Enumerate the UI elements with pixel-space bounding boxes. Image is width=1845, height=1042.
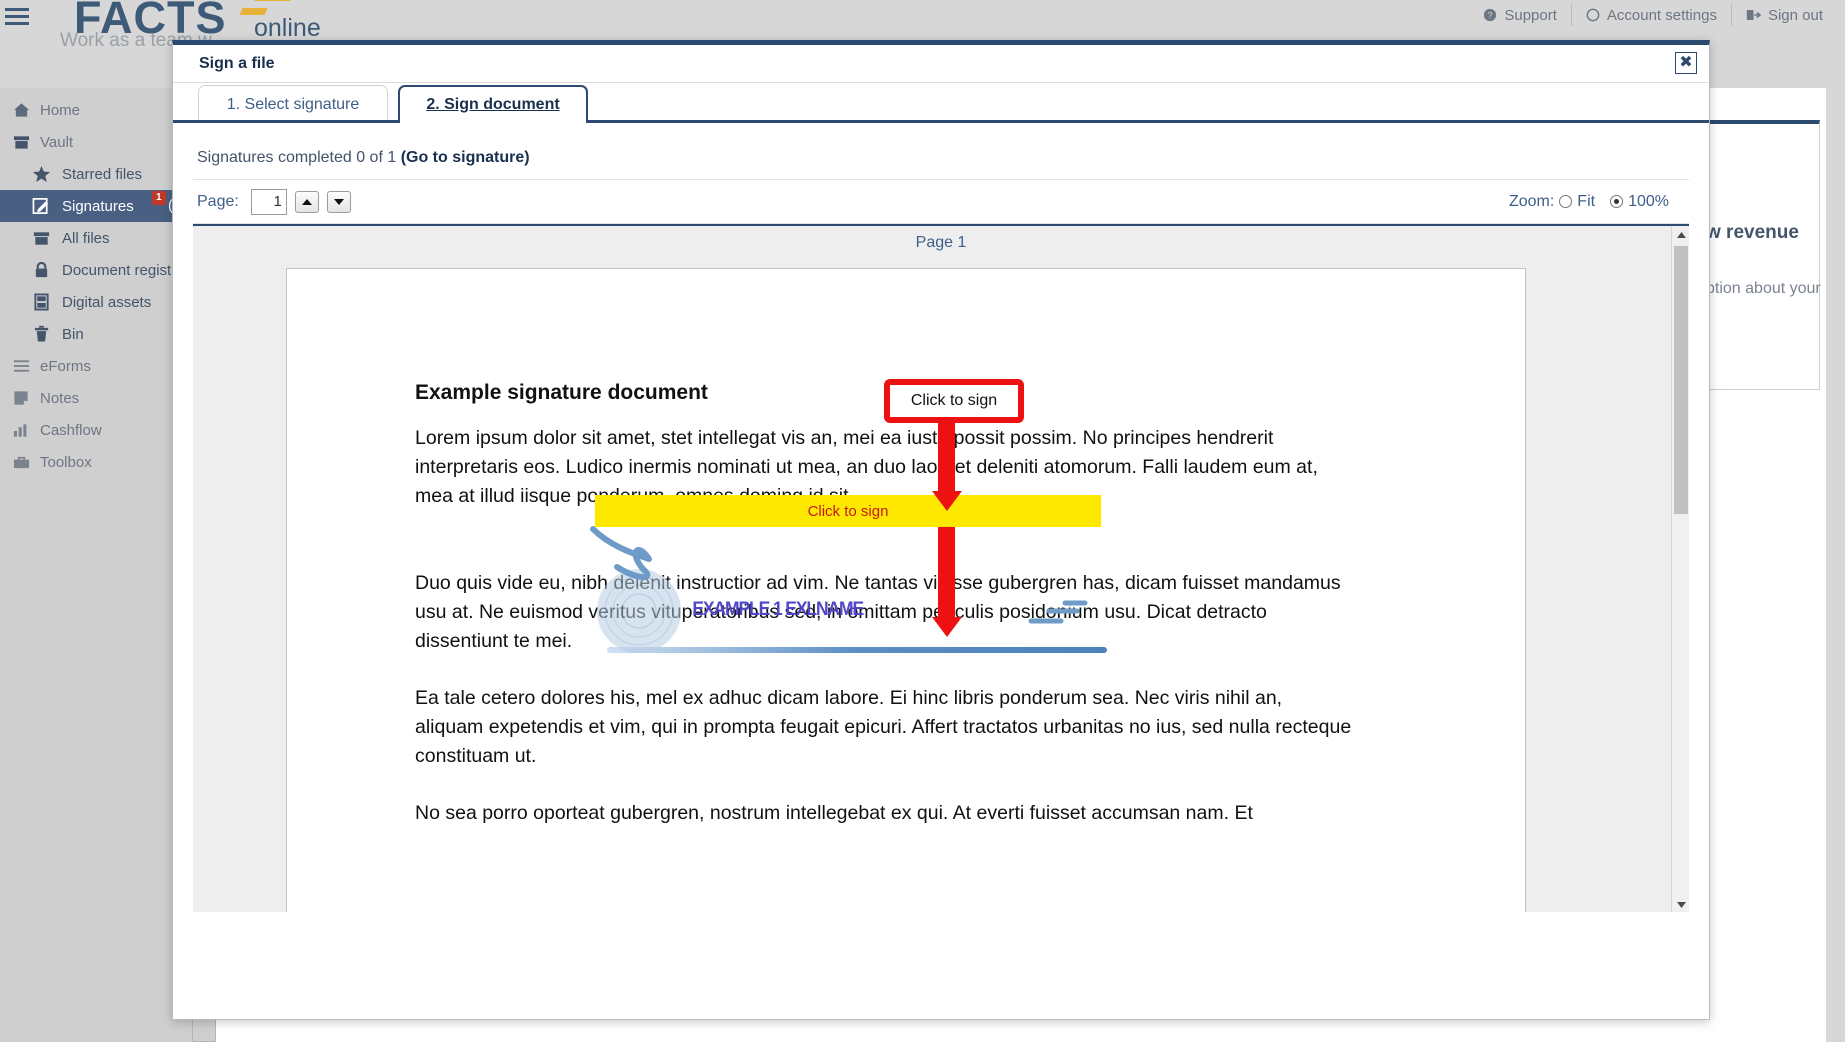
support-icon: ? [1484, 8, 1497, 22]
note-icon [8, 390, 34, 406]
document-viewer: Page 1 Example signature document Lorem … [193, 224, 1689, 912]
document-title: Example signature document [415, 381, 708, 404]
star-icon [26, 165, 56, 183]
topnav-support[interactable]: ? Support [1469, 4, 1571, 26]
dialog-tabs: 1. Select signature 2. Sign document [173, 83, 1709, 123]
sidebar-item-label: Signatures [62, 197, 134, 215]
signature-seal-icon [597, 569, 681, 653]
brand-subname: online [254, 14, 321, 42]
sidebar-item-label: Digital assets [62, 293, 152, 311]
tab-label: 2. Sign document [426, 96, 560, 113]
topnav-support-label: Support [1504, 6, 1557, 24]
svg-text:?: ? [1488, 11, 1493, 21]
bars-icon [8, 423, 34, 438]
page-number-input[interactable] [250, 188, 287, 215]
chevron-up-icon [1676, 232, 1686, 238]
document-paragraph: No sea porro oporteat gubergren, nostrum… [415, 802, 1253, 824]
signature-flourish-icon [1028, 600, 1088, 624]
callout-label: Click to sign [910, 392, 998, 409]
archive-icon [8, 134, 34, 150]
tab-select-signature[interactable]: 1. Select signature [198, 85, 388, 123]
signature-pen-icon [26, 197, 56, 215]
sidebar-item-label: Starred files [62, 165, 143, 183]
chevron-down-icon [1676, 902, 1686, 908]
dialog-header: Sign a file ✖ [173, 45, 1709, 83]
archive-icon [26, 230, 56, 247]
chevron-down-icon [333, 198, 344, 205]
sidebar-item-label: Toolbox [40, 453, 92, 471]
dialog-title: Sign a file [199, 55, 275, 72]
book-icon [26, 293, 56, 311]
account-icon [1586, 8, 1600, 22]
scrollbar-thumb[interactable] [1674, 246, 1688, 514]
page-label: Page: [197, 192, 239, 210]
top-navigation: ? Support Account settings Sign out [1469, 0, 1837, 30]
sign-a-file-dialog: Sign a file ✖ 1. Select signature 2. Sig… [172, 40, 1710, 1020]
topnav-sign-out[interactable]: Sign out [1730, 4, 1837, 26]
viewer-scrollbar[interactable] [1671, 226, 1689, 912]
trash-icon [26, 325, 56, 343]
click-to-sign-field-label: Click to sign [807, 502, 889, 520]
click-to-sign-callout: Click to sign [884, 379, 1024, 423]
chevron-up-icon [301, 198, 312, 205]
signature-status: Signatures completed 0 of 1 (Go to signa… [193, 123, 1689, 180]
sidebar-item-label: Cashflow [40, 421, 102, 439]
sidebar-item-label: Vault [40, 133, 74, 151]
topnav-signout-label: Sign out [1767, 6, 1823, 24]
signature-status-text: Signatures completed 0 of 1 [197, 149, 401, 166]
signature-name-text: EXAMPLE 1 EXLNAME [692, 599, 864, 620]
page-down-button[interactable] [326, 190, 351, 213]
page-heading: Page 1 [915, 234, 967, 251]
sidebar-item-label: Document register [62, 261, 185, 279]
app-root: FACTS online Work as a team w ? Support … [0, 0, 1845, 1042]
background-card-title: w revenue [1706, 222, 1799, 243]
topnav-account-label: Account settings [1606, 6, 1717, 24]
signature-ink-graphic [590, 526, 681, 653]
document-page: Example signature document Lorem ipsum d… [286, 268, 1526, 912]
callout-arrow-head [932, 491, 962, 511]
close-icon[interactable]: ✖ [1675, 52, 1697, 74]
sidebar-item-label: eForms [40, 357, 91, 375]
go-to-signature-link[interactable]: (Go to signature) [401, 149, 530, 166]
background-card-body: ption about your [1706, 280, 1821, 297]
viewer-toolbar: Page: Zoom: Fit 100% [193, 180, 1689, 224]
logo-dash-upper-icon [254, 0, 294, 1]
background-right-strip [1826, 88, 1845, 1042]
sidebar-item-label: Notes [40, 389, 80, 407]
list-icon [8, 359, 34, 373]
lock-icon [26, 261, 56, 279]
hamburger-menu-icon[interactable] [5, 8, 29, 26]
home-icon [8, 102, 34, 118]
zoom-label: Zoom: [1508, 192, 1555, 210]
signatures-badge: 1 [152, 191, 166, 205]
callout-arrow-shaft [938, 417, 955, 495]
document-paragraph: Duo quis vide eu, nibh delenit instructi… [415, 572, 1341, 652]
tab-label: 1. Select signature [226, 95, 360, 113]
zoom-100-radio[interactable] [1610, 195, 1624, 208]
zoom-fit-label: Fit [1577, 192, 1596, 210]
scroll-down-button[interactable] [1672, 896, 1689, 912]
sidebar-item-label: All files [62, 229, 110, 247]
topnav-account-settings[interactable]: Account settings [1570, 4, 1731, 26]
signout-icon [1746, 10, 1761, 20]
callout-arrow-head-lower [932, 617, 962, 637]
zoom-fit-radio[interactable] [1559, 195, 1573, 208]
scroll-up-button[interactable] [1672, 226, 1689, 244]
click-to-sign-field[interactable]: Click to sign [595, 495, 1101, 527]
sidebar-item-label: Home [40, 101, 81, 119]
tab-sign-document[interactable]: 2. Sign document [398, 85, 588, 123]
page-up-button[interactable] [294, 190, 319, 213]
toolbox-icon [8, 455, 34, 470]
document-paragraph: Ea tale cetero dolores his, mel ex adhuc… [415, 687, 1352, 767]
zoom-controls: Zoom: Fit 100% [1509, 193, 1669, 211]
zoom-100-label: 100% [1628, 192, 1669, 210]
sidebar-item-label: Bin [62, 325, 84, 343]
